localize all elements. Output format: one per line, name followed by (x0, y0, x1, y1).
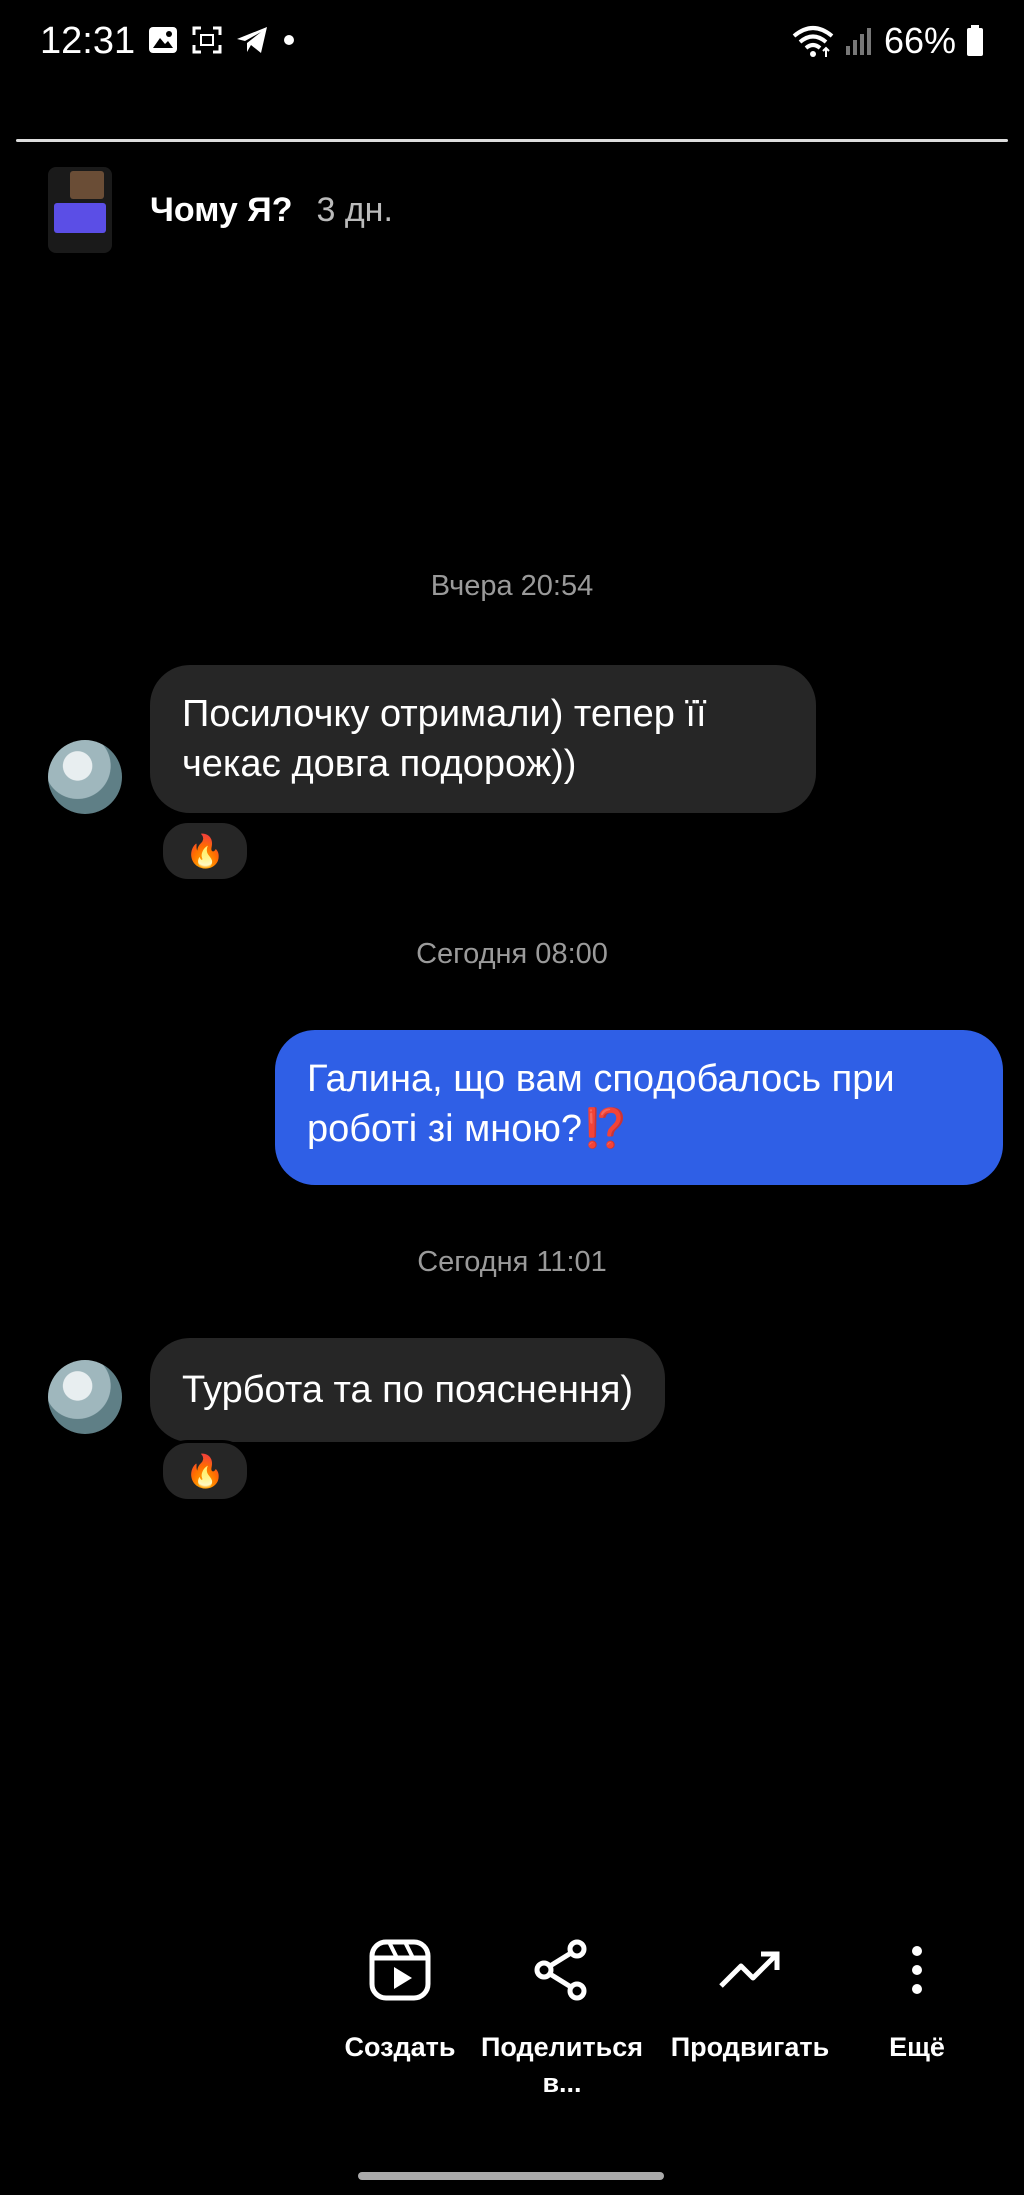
share-label-line2: в... (542, 2068, 582, 2098)
progress-segment (16, 139, 1008, 142)
wifi-icon (792, 26, 834, 57)
screenshot-icon (192, 26, 222, 54)
incoming-message: Посилочку отримали) тепер її чекає довга… (150, 665, 816, 813)
dot-icon (284, 35, 294, 45)
share-button[interactable]: Поделиться в... (477, 1935, 647, 2101)
avatar (48, 1360, 122, 1434)
incoming-message: Турбота та по пояснення) (150, 1338, 666, 1442)
timestamp: Вчера 20:54 (430, 570, 594, 602)
signal-icon (845, 28, 871, 55)
avatar (48, 740, 122, 814)
interrobang-emoji: ⁉️ (582, 1108, 630, 1150)
home-indicator[interactable] (358, 2172, 664, 2180)
story-progress-bar (16, 139, 1008, 143)
share-label-line1: Поделиться (480, 2032, 644, 2062)
more-label: Ещё (889, 2032, 945, 2062)
share-icon (534, 1939, 587, 2001)
reels-icon (369, 1939, 431, 2001)
status-icons-left (148, 26, 296, 54)
outgoing-message: Галина, що вам сподобалось при роботі зі… (275, 1030, 1003, 1185)
trending-up-icon (719, 1951, 780, 1988)
status-icons-right: 66% (792, 20, 984, 62)
create-button[interactable]: Создать (315, 1935, 485, 2065)
story-age: 3 дн. (316, 190, 393, 229)
promote-button[interactable]: Продвигать (665, 1935, 835, 2065)
more-vertical-icon (912, 1946, 922, 1994)
story-title[interactable]: Чому Я? (150, 191, 292, 230)
status-time: 12:31 (40, 20, 136, 62)
gallery-icon (149, 27, 177, 53)
fire-reaction[interactable]: 🔥 (160, 820, 250, 882)
create-label: Создать (344, 2032, 456, 2062)
fire-reaction[interactable]: 🔥 (160, 1440, 250, 1502)
telegram-icon (237, 27, 267, 53)
story-thumbnail[interactable] (48, 167, 112, 253)
story-header[interactable]: Чому Я? 3 дн. (48, 165, 393, 255)
status-bar: 12:31 66% (0, 0, 1024, 90)
promote-label: Продвигать (670, 2032, 830, 2062)
battery-percentage: 66% (883, 20, 956, 61)
battery-icon (967, 25, 983, 56)
timestamp: Сегодня 11:01 (417, 1246, 607, 1278)
share-label: Поделиться в... (477, 2029, 647, 2101)
story-action-bar: Создать Поделиться в... Продвигать Ещё (0, 1935, 1024, 2115)
timestamp: Сегодня 08:00 (416, 938, 608, 970)
more-button[interactable]: Ещё (832, 1935, 1002, 2065)
